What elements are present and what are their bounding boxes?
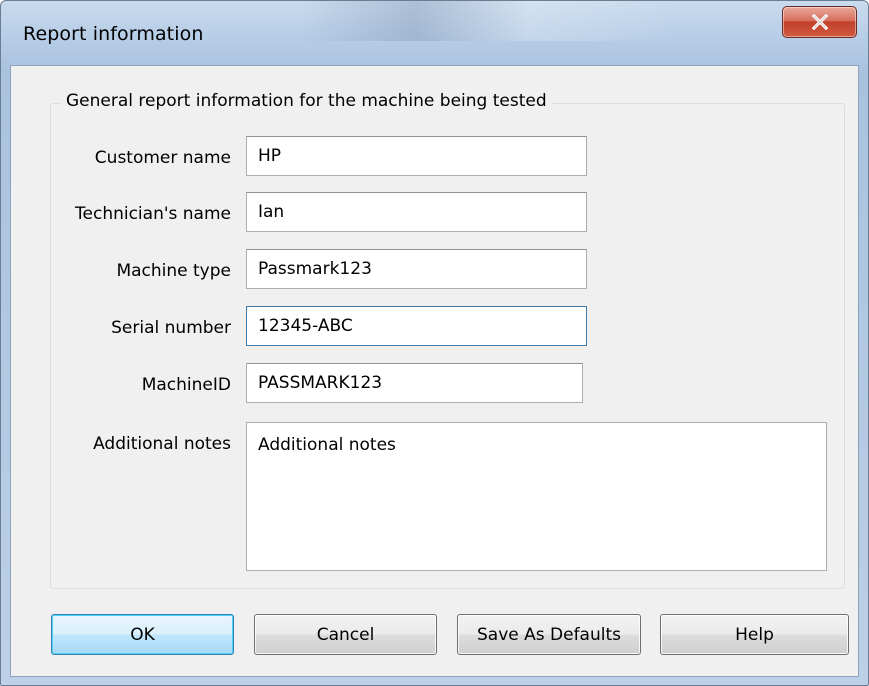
machine-id-label: MachineID [141, 375, 231, 395]
save-as-defaults-button[interactable]: Save As Defaults [457, 614, 641, 655]
window-title: Report information [23, 23, 204, 45]
cancel-button[interactable]: Cancel [254, 614, 437, 655]
serial-number-field[interactable]: 12345-ABC [246, 306, 587, 346]
customer-name-label: Customer name [94, 148, 231, 168]
machine-type-field[interactable]: Passmark123 [246, 249, 587, 289]
title-bar[interactable]: Report information [1, 1, 868, 67]
customer-name-field[interactable]: HP [246, 136, 587, 176]
serial-number-label: Serial number [111, 318, 231, 338]
technician-name-field[interactable]: Ian [246, 192, 587, 232]
dialog-client-area: General report information for the machi… [10, 65, 859, 677]
additional-notes-textarea[interactable]: Additional notes [246, 422, 827, 571]
dialog-window: Report information General report inform… [0, 0, 869, 686]
additional-notes-label: Additional notes [93, 434, 231, 454]
machine-type-label: Machine type [116, 261, 231, 281]
close-icon [811, 14, 829, 30]
technician-name-label: Technician's name [75, 204, 231, 224]
machine-id-field[interactable]: PASSMARK123 [246, 363, 583, 403]
close-button[interactable] [782, 6, 857, 38]
ok-button[interactable]: OK [51, 614, 234, 655]
group-caption: General report information for the machi… [61, 91, 552, 111]
help-button[interactable]: Help [660, 614, 849, 655]
